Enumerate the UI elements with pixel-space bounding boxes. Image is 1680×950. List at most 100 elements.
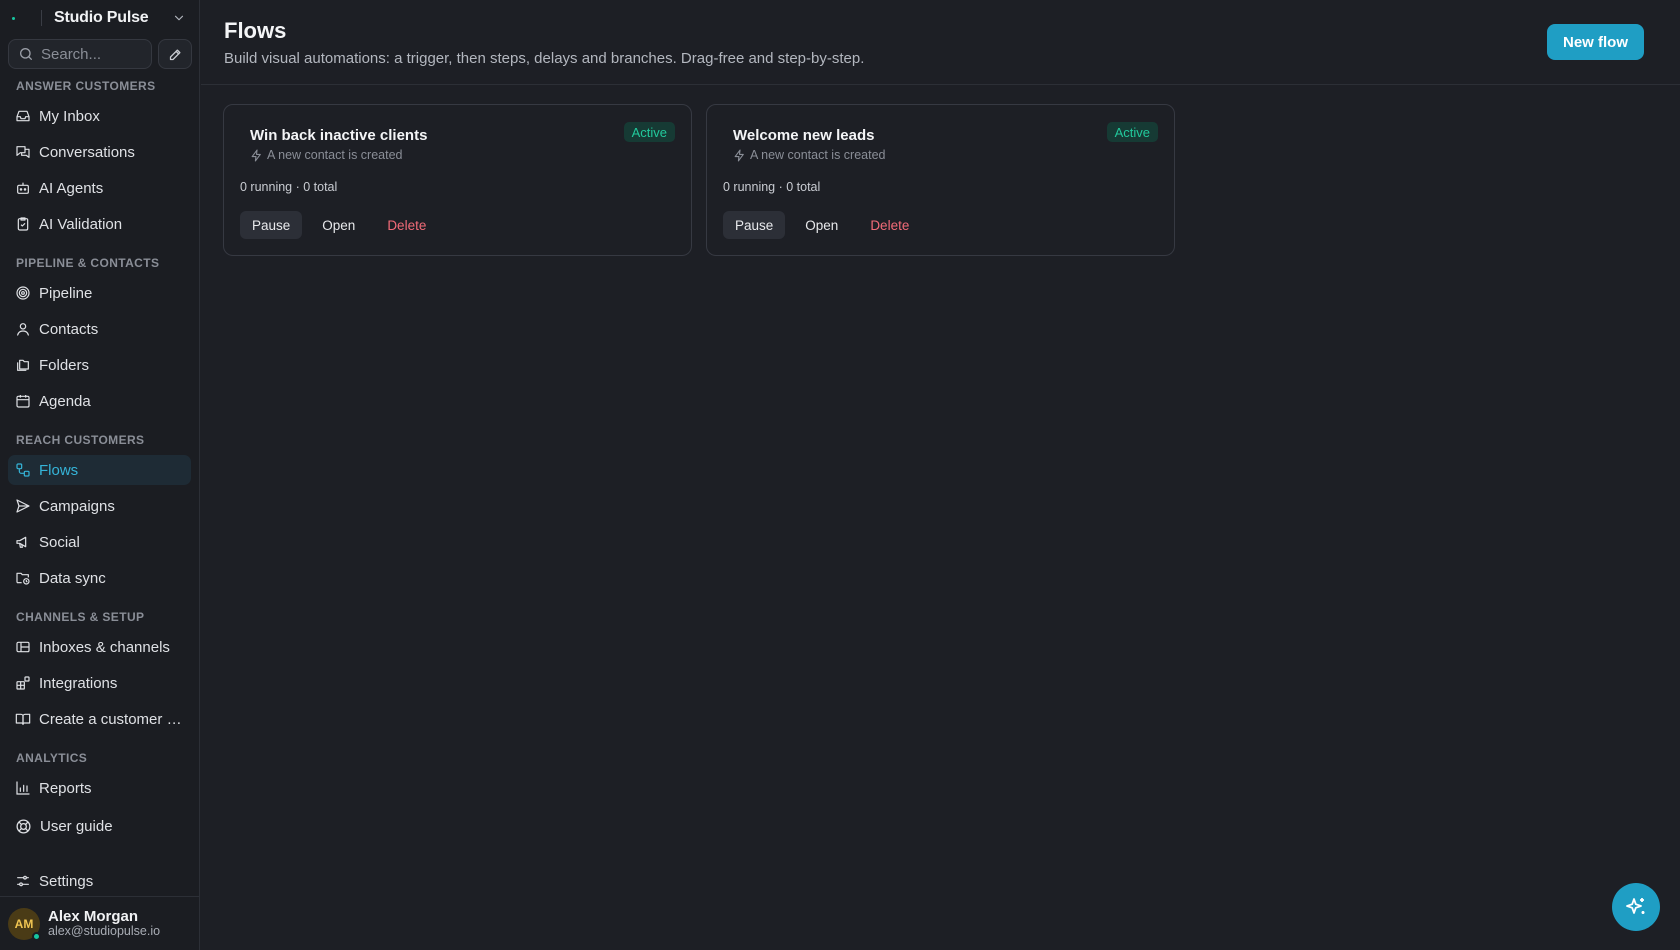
sidebar-item-conversations[interactable]: Conversations bbox=[8, 137, 191, 167]
sidebar-item-reports[interactable]: Reports bbox=[8, 773, 191, 803]
sidebar-item-label: Inboxes & channels bbox=[39, 638, 170, 656]
user-profile[interactable]: AM Alex Morgan alex@studiopulse.io bbox=[0, 896, 200, 950]
sidebar-item-agenda[interactable]: Agenda bbox=[8, 386, 191, 416]
sidebar: Studio Pulse ANSWER CUSTOMERS My Inbox C… bbox=[0, 0, 200, 950]
sidebar-item-label: Create a customer portal bbox=[39, 710, 189, 728]
flow-card[interactable]: Welcome new leads A new contact is creat… bbox=[706, 104, 1175, 256]
avatar-initials: AM bbox=[14, 916, 34, 931]
page-subtitle: Build visual automations: a trigger, the… bbox=[224, 50, 865, 67]
sidebar-item-label: Campaigns bbox=[39, 497, 115, 515]
user-email: alex@studiopulse.io bbox=[48, 923, 161, 938]
delete-button[interactable]: Delete bbox=[858, 211, 921, 239]
online-status-dot bbox=[32, 931, 41, 941]
flow-trigger-text: A new contact is created bbox=[750, 148, 886, 162]
sidebar-item-label: Pipeline bbox=[39, 284, 93, 302]
sidebar-item-label: Social bbox=[39, 533, 80, 551]
flow-trigger-text: A new contact is created bbox=[267, 148, 403, 162]
sidebar-item-flows[interactable]: Flows bbox=[8, 455, 191, 485]
status-badge: Active bbox=[1106, 122, 1158, 142]
sidebar-item-social[interactable]: Social bbox=[8, 527, 191, 557]
send-icon bbox=[16, 499, 30, 513]
page-title: Flows bbox=[224, 18, 287, 43]
section-label-reach-customers: REACH CUSTOMERS bbox=[16, 433, 145, 447]
sidebar-item-ai-agents[interactable]: AI Agents bbox=[8, 173, 191, 203]
sidebar-item-label: Integrations bbox=[39, 674, 118, 692]
sliders-icon bbox=[17, 875, 29, 887]
sidebar-item-label: AI Validation bbox=[39, 215, 123, 233]
main-content: Flows Build visual automations: a trigge… bbox=[201, 0, 1680, 950]
avatar[interactable]: AM bbox=[8, 907, 41, 941]
workflow-icon bbox=[16, 463, 30, 477]
folder-sync-icon bbox=[16, 572, 30, 585]
flow-title: Win back inactive clients bbox=[250, 127, 428, 144]
sidebar-item-contacts[interactable]: Contacts bbox=[8, 314, 191, 344]
sidebar-item-folders[interactable]: Folders bbox=[8, 350, 191, 380]
chevron-down-icon[interactable] bbox=[172, 11, 186, 25]
user-icon bbox=[17, 323, 29, 336]
flow-title: Welcome new leads bbox=[733, 127, 875, 144]
page-header: Flows Build visual automations: a trigge… bbox=[201, 0, 1680, 85]
bar-chart-icon bbox=[16, 781, 30, 795]
inbox-icon bbox=[16, 110, 30, 122]
sidebar-item-label: Data sync bbox=[39, 569, 106, 587]
sidebar-item-settings[interactable]: Settings bbox=[8, 866, 191, 896]
flow-trigger: A new contact is created bbox=[250, 148, 403, 162]
sidebar-nav[interactable]: ANSWER CUSTOMERS My Inbox Conversations … bbox=[0, 78, 200, 896]
calendar-icon bbox=[16, 395, 30, 408]
bot-icon bbox=[17, 182, 29, 194]
sidebar-item-ai-validation[interactable]: AI Validation bbox=[8, 209, 191, 239]
sidebar-item-label: Conversations bbox=[39, 143, 135, 161]
section-label-analytics: ANALYTICS bbox=[16, 751, 88, 765]
workspace-switcher[interactable]: Studio Pulse bbox=[0, 0, 200, 36]
conversations-icon bbox=[16, 146, 30, 158]
sparkles-icon bbox=[1626, 898, 1645, 914]
sidebar-item-label: User guide bbox=[40, 817, 113, 835]
workspace-name: Studio Pulse bbox=[54, 9, 149, 26]
sidebar-item-label: Agenda bbox=[39, 392, 91, 410]
ai-assistant-button[interactable] bbox=[1612, 883, 1660, 931]
lifebuoy-icon bbox=[16, 818, 31, 834]
pause-button[interactable]: Pause bbox=[723, 211, 786, 239]
section-label-pipeline-contacts: PIPELINE & CONTACTS bbox=[16, 256, 160, 270]
open-button[interactable]: Open bbox=[310, 211, 367, 239]
flow-actions: Pause Open Delete bbox=[240, 211, 438, 239]
target-icon bbox=[16, 286, 30, 300]
sidebar-item-inboxes-channels[interactable]: Inboxes & channels bbox=[8, 632, 191, 662]
workspace-divider bbox=[41, 10, 42, 26]
sidebar-item-integrations[interactable]: Integrations bbox=[8, 668, 191, 698]
flow-stats: 0 running · 0 total bbox=[240, 180, 338, 194]
folders-icon bbox=[17, 359, 29, 371]
status-badge: Active bbox=[623, 122, 675, 142]
sidebar-item-label: Settings bbox=[39, 872, 94, 890]
open-button[interactable]: Open bbox=[793, 211, 850, 239]
new-flow-button[interactable]: New flow bbox=[1546, 24, 1644, 60]
user-info: Alex Morgan alex@studiopulse.io bbox=[48, 909, 160, 938]
sidebar-item-user-guide[interactable]: User guide bbox=[8, 811, 191, 841]
sidebar-item-label: Folders bbox=[39, 356, 90, 374]
sidebar-item-label: Contacts bbox=[39, 320, 99, 338]
sidebar-item-data-sync[interactable]: Data sync bbox=[8, 563, 191, 593]
clipboard-check-icon bbox=[17, 217, 29, 231]
sidebar-item-customer-portal[interactable]: Create a customer portal bbox=[8, 704, 191, 734]
search-input[interactable] bbox=[41, 45, 141, 63]
book-icon bbox=[15, 713, 31, 725]
flow-stats: 0 running · 0 total bbox=[723, 180, 821, 194]
sidebar-item-label: My Inbox bbox=[39, 107, 100, 125]
compose-button[interactable] bbox=[158, 39, 192, 69]
workspace-status-dot bbox=[12, 16, 15, 20]
pause-button[interactable]: Pause bbox=[240, 211, 303, 239]
sidebar-item-pipeline[interactable]: Pipeline bbox=[8, 278, 191, 308]
section-label-channels-setup: CHANNELS & SETUP bbox=[16, 610, 145, 624]
user-name: Alex Morgan bbox=[48, 908, 139, 926]
sidebar-item-campaigns[interactable]: Campaigns bbox=[8, 491, 191, 521]
zap-icon bbox=[251, 149, 261, 161]
sidebar-item-my-inbox[interactable]: My Inbox bbox=[8, 101, 191, 131]
search-icon bbox=[20, 48, 32, 60]
pencil-icon bbox=[169, 49, 180, 60]
sidebar-item-label: AI Agents bbox=[39, 179, 104, 197]
section-label-answer-customers: ANSWER CUSTOMERS bbox=[16, 79, 156, 93]
search-box[interactable] bbox=[8, 39, 152, 69]
flow-card[interactable]: Win back inactive clients A new contact … bbox=[223, 104, 692, 256]
sidebar-item-label: Reports bbox=[39, 779, 92, 797]
delete-button[interactable]: Delete bbox=[375, 211, 438, 239]
